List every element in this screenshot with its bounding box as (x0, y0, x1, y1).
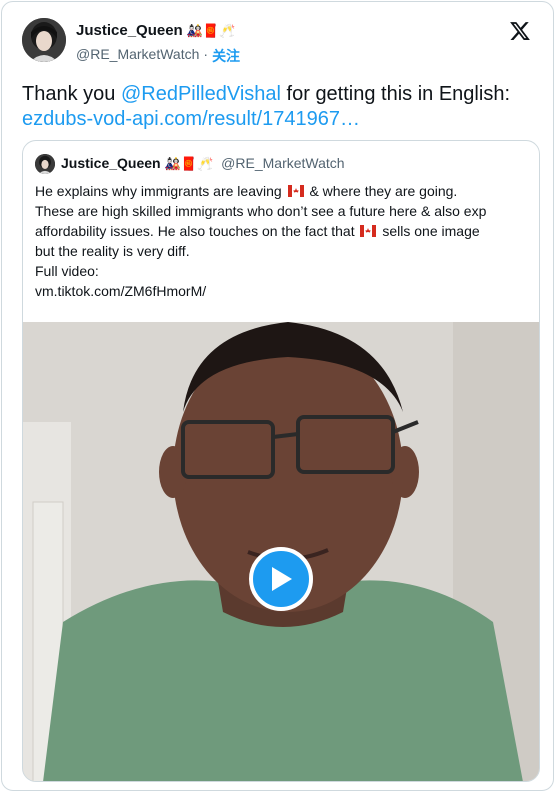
author-name-row: Justice_Queen 🎎🧧🥂 (76, 22, 235, 39)
quoted-author-handle[interactable]: @RE_MarketWatch (221, 155, 344, 171)
author-handle[interactable]: @RE_MarketWatch (76, 46, 199, 66)
quoted-line-4: but the reality is very diff. (35, 243, 190, 259)
video-player[interactable] (23, 322, 539, 781)
author-avatar[interactable] (22, 18, 66, 62)
author-name[interactable]: Justice_Queen (76, 22, 183, 39)
quoted-author-avatar[interactable] (35, 154, 55, 174)
play-icon (272, 567, 292, 591)
quoted-line-1a: He explains why immigrants are leaving (35, 183, 282, 199)
quoted-header: Justice_Queen 🎎🧧🥂 @RE_MarketWatch (61, 155, 345, 171)
quoted-line-3b: sells one image (382, 223, 480, 239)
quoted-tweet[interactable]: Justice_Queen 🎎🧧🥂 @RE_MarketWatch He exp… (22, 140, 540, 782)
tweet-text-prefix: Thank you (22, 83, 121, 105)
tweet-url-link[interactable]: ezdubs-vod-api.com/result/1741967… (22, 108, 360, 130)
quoted-line-6: vm.tiktok.com/ZM6fHmorM/ (35, 283, 207, 299)
author-name-emojis: 🎎🧧🥂 (186, 23, 236, 38)
play-button[interactable] (249, 547, 313, 611)
tweet-card: Justice_Queen 🎎🧧🥂 @RE_MarketWatch · 关注 T… (1, 1, 554, 791)
x-logo-icon[interactable] (509, 20, 531, 42)
separator-dot: · (203, 46, 209, 62)
quoted-name-emojis: 🎎🧧🥂 (164, 155, 214, 171)
author-handle-row: @RE_MarketWatch · 关注 (76, 46, 240, 66)
tweet-text: Thank you @RedPilledVishal for getting t… (22, 82, 542, 132)
canada-flag-icon (287, 185, 304, 197)
quoted-line-3a: affordability issues. He also touches on… (35, 223, 355, 239)
quoted-line-1b: & where they are going. (309, 183, 458, 199)
follow-link[interactable]: 关注 (212, 46, 240, 66)
mention-link[interactable]: @RedPilledVishal (121, 83, 281, 105)
quoted-text: He explains why immigrants are leaving &… (35, 181, 530, 301)
tweet-text-suffix: for getting this in English: (280, 83, 510, 105)
quoted-line-5: Full video: (35, 263, 99, 279)
quoted-line-2: These are high skilled immigrants who do… (35, 203, 487, 219)
canada-flag-icon (360, 225, 377, 237)
quoted-author-name[interactable]: Justice_Queen (61, 155, 161, 171)
